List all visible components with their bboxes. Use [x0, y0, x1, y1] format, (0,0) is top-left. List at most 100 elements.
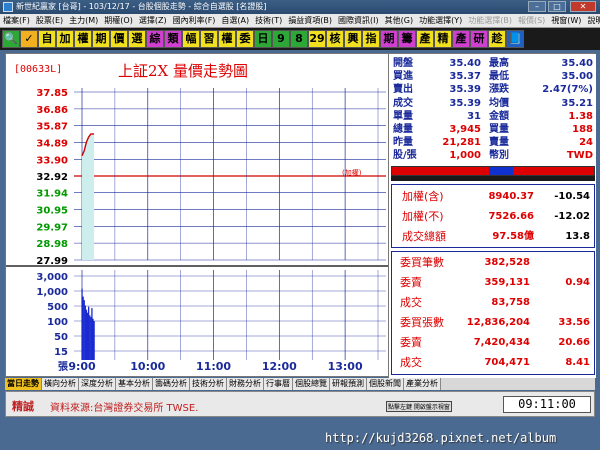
chart-title: 上証2X 量價走勢圖 — [118, 62, 248, 80]
tab-3[interactable]: 基本分析 — [116, 378, 153, 390]
tab-10[interactable]: 個股新聞 — [367, 378, 404, 390]
tab-6[interactable]: 財務分析 — [227, 378, 264, 390]
quote-label: 賣量 — [489, 137, 509, 149]
quote-label: 買量 — [489, 124, 509, 135]
menu-item-3[interactable]: 期權(O) — [101, 14, 136, 27]
quote-row: 總量 3,945 買量 188 — [389, 123, 597, 137]
toolbar-button-28[interactable]: 📘 — [506, 30, 524, 48]
quote-label: 漲跌 — [489, 84, 509, 96]
quote-value: 188 — [572, 124, 593, 135]
volume-tick-label: 1,000 — [36, 287, 68, 298]
order-value: 359,131 — [484, 277, 530, 288]
order-row: 委買張數 12,836,204 33.56 — [392, 316, 594, 330]
index-label: 成交總額 — [402, 230, 446, 243]
toolbar-button-21[interactable]: 期 — [380, 30, 398, 48]
toolbar-button-0[interactable]: 🔍 — [2, 30, 20, 48]
quote-value: 35.40 — [449, 58, 481, 69]
toolbar-button-14[interactable]: 日 — [254, 30, 272, 48]
menu-item-11[interactable]: 功能選擇(Y) — [416, 14, 465, 27]
toolbar-button-25[interactable]: 產 — [452, 30, 470, 48]
toolbar-button-5[interactable]: 期 — [92, 30, 110, 48]
quote-label: 最高 — [489, 58, 509, 69]
tab-8[interactable]: 個股總覽 — [293, 378, 330, 390]
tab-2[interactable]: 深度分析 — [79, 378, 116, 390]
toolbar-button-10[interactable]: 幅 — [182, 30, 200, 48]
price-volume-chart[interactable]: [00633L] 上証2X 量價走勢圖 37.85 36.86 35.87 34.89 33… — [6, 54, 388, 378]
index-box: 加權(含) 8940.37 -10.54 加權(不) 7526.66 -12.02 成交總額… — [391, 184, 595, 248]
tab-1[interactable]: 橫向分析 — [42, 378, 79, 390]
menu-item-2[interactable]: 主力(M) — [66, 14, 101, 27]
analysis-tab-bar: 當日走勢 橫向分析 深度分析 基本分析 籌碼分析 技術分析 財務分析 行事曆 個股總覽 研報預測個… — [5, 378, 595, 390]
menu-item-10[interactable]: 其他(G) — [382, 14, 416, 27]
menu-item-6[interactable]: 自選(A) — [218, 14, 252, 27]
menu-item-right-0[interactable]: 視窗(W) — [548, 14, 584, 27]
toolbar-button-7[interactable]: 選 — [128, 30, 146, 48]
index-row: 加權(含) 8940.37 -10.54 — [392, 190, 594, 204]
toolbar-button-23[interactable]: 產 — [416, 30, 434, 48]
quote-value: 35.39 — [449, 97, 481, 109]
tab-5[interactable]: 技術分析 — [190, 378, 227, 390]
toolbar-button-9[interactable]: 類 — [164, 30, 182, 48]
maximize-button[interactable]: □ — [548, 1, 566, 12]
tab-9[interactable]: 研報預測 — [330, 378, 367, 390]
price-tick-label: 31.94 — [36, 189, 68, 200]
toolbar-button-4[interactable]: 權 — [74, 30, 92, 48]
quote-row: 開盤 35.40 最高 35.40 — [389, 57, 597, 71]
quote-label: 單量 — [393, 110, 413, 122]
toolbar-button-27[interactable]: 趁 — [488, 30, 506, 48]
quote-value: 35.00 — [561, 71, 593, 83]
status-bar: 精誠 資料來源:台灣證券交易所 TWSE. 點擊左鍵 開啟盤示視窗 09:11:… — [5, 391, 595, 417]
menu-item-0[interactable]: 檔案(F) — [0, 14, 33, 27]
time-tick-label: 10:00 — [130, 360, 165, 373]
index-change: -10.54 — [554, 191, 590, 202]
tab-7[interactable]: 行事曆 — [264, 378, 293, 390]
menu-item-1[interactable]: 股票(E) — [33, 14, 66, 27]
toolbar-button-3[interactable]: 加 — [56, 30, 74, 48]
tab-4[interactable]: 籌碼分析 — [153, 378, 190, 390]
toolbar-button-12[interactable]: 權 — [218, 30, 236, 48]
menu-item-7[interactable]: 技術(T) — [252, 14, 285, 27]
menu-bar: 檔案(F) 股票(E) 主力(M) 期權(O) 選擇(Z) 國內利率(F) 自選(A) 技術(… — [0, 14, 600, 28]
toolbar-button-8[interactable]: 綜 — [146, 30, 164, 48]
toolbar-button-1[interactable]: ✓ — [20, 30, 38, 48]
toolbar-button-15[interactable]: 9 — [272, 30, 290, 48]
toolbar-button-19[interactable]: 興 — [344, 30, 362, 48]
popup-hint-button[interactable]: 點擊左鍵 開啟盤示視窗 — [386, 401, 452, 412]
quote-value: 35.21 — [561, 97, 593, 109]
order-extra: 33.56 — [558, 317, 590, 328]
tab-11[interactable]: 產業分析 — [404, 378, 441, 390]
order-value: 7,420,434 — [473, 337, 530, 348]
toolbar-button-13[interactable]: 委 — [236, 30, 254, 48]
order-value: 83,758 — [491, 297, 530, 308]
price-tick-label: 28.98 — [36, 239, 68, 250]
toolbar-button-16[interactable]: 8 — [290, 30, 308, 48]
toolbar-button-22[interactable]: 籌 — [398, 30, 416, 48]
toolbar-button-20[interactable]: 指 — [362, 30, 380, 48]
menu-item-5[interactable]: 國內利率(F) — [170, 14, 219, 27]
menu-item-9[interactable]: 國際資訊(I) — [335, 14, 382, 27]
tab-0[interactable]: 當日走勢 — [5, 378, 42, 390]
price-tick-label: 36.86 — [36, 105, 68, 116]
quote-value: 35.39 — [449, 84, 481, 96]
menu-item-8[interactable]: 損益資項(B) — [285, 14, 335, 27]
index-row: 加權(不) 7526.66 -12.02 — [392, 210, 594, 224]
toolbar-button-24[interactable]: 精 — [434, 30, 452, 48]
toolbar-button-18[interactable]: 核 — [326, 30, 344, 48]
clock-display: 09:11:00 — [503, 396, 591, 413]
menu-item-4[interactable]: 選擇(Z) — [136, 14, 170, 27]
close-button[interactable]: ✕ — [570, 1, 596, 12]
toolbar-button-6[interactable]: 價 — [110, 30, 128, 48]
toolbar-button-17[interactable]: 29 — [308, 30, 326, 48]
quote-value: 1.38 — [568, 110, 593, 122]
toolbar-button-11[interactable]: 習 — [200, 30, 218, 48]
menu-item-right-1[interactable]: 說明(H) — [584, 14, 600, 27]
quote-label: 均價 — [489, 97, 509, 109]
order-row: 成交 704,471 8.41 — [392, 356, 594, 370]
price-tick-label: 33.90 — [36, 155, 68, 166]
toolbar-button-26[interactable]: 研 — [470, 30, 488, 48]
bid-ask-color-bar — [391, 166, 595, 176]
order-label: 成交 — [400, 356, 422, 369]
toolbar-button-2[interactable]: 自 — [38, 30, 56, 48]
title-bar: 新世紀贏家 [台哥] - 103/12/17 - 台股個股走勢 - 綜合自選股 … — [0, 0, 600, 14]
minimize-button[interactable]: – — [528, 1, 546, 12]
